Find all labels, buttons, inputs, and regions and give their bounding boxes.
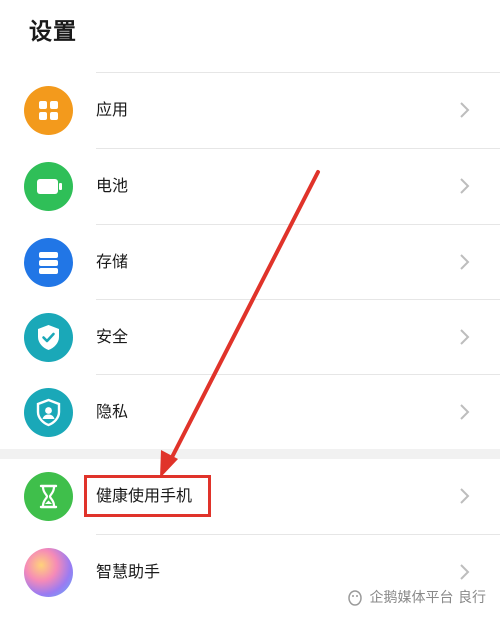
settings-item-battery[interactable]: 电池: [0, 149, 500, 224]
settings-item-label: 电池: [96, 176, 129, 195]
privacy-shield-icon: [24, 388, 73, 437]
settings-item-digital-balance[interactable]: 健康使用手机: [0, 459, 500, 534]
settings-item-privacy[interactable]: 隐私: [0, 375, 500, 450]
assistant-orb-icon: [24, 548, 73, 597]
chevron-right-icon: [460, 404, 470, 420]
settings-item-label: 存储: [96, 252, 129, 271]
grid-icon: [24, 86, 73, 135]
settings-item-label: 智慧助手: [96, 562, 161, 581]
battery-icon: [24, 162, 73, 211]
chevron-right-icon: [460, 329, 470, 345]
storage-icon: [24, 238, 73, 287]
settings-item-apps[interactable]: 应用: [0, 73, 500, 148]
highlight-box: [84, 475, 211, 517]
penguin-logo-icon: [347, 590, 362, 606]
page-title: 设置: [29, 19, 77, 45]
settings-item-label: 安全: [96, 327, 129, 346]
settings-item-label: 隐私: [96, 402, 129, 421]
chevron-right-icon: [460, 178, 470, 194]
settings-item-label: 应用: [96, 100, 129, 119]
watermark: 企鹅媒体平台 良行: [346, 587, 486, 607]
chevron-right-icon: [460, 488, 470, 504]
section-divider: [0, 449, 500, 459]
settings-item-storage[interactable]: 存储: [0, 225, 500, 300]
chevron-right-icon: [460, 102, 470, 118]
hourglass-icon: [24, 472, 73, 521]
settings-item-security[interactable]: 安全: [0, 300, 500, 375]
chevron-right-icon: [460, 254, 470, 270]
shield-check-icon: [24, 313, 73, 362]
watermark-text: 企鹅媒体平台 良行: [369, 590, 486, 606]
chevron-right-icon: [460, 564, 470, 580]
